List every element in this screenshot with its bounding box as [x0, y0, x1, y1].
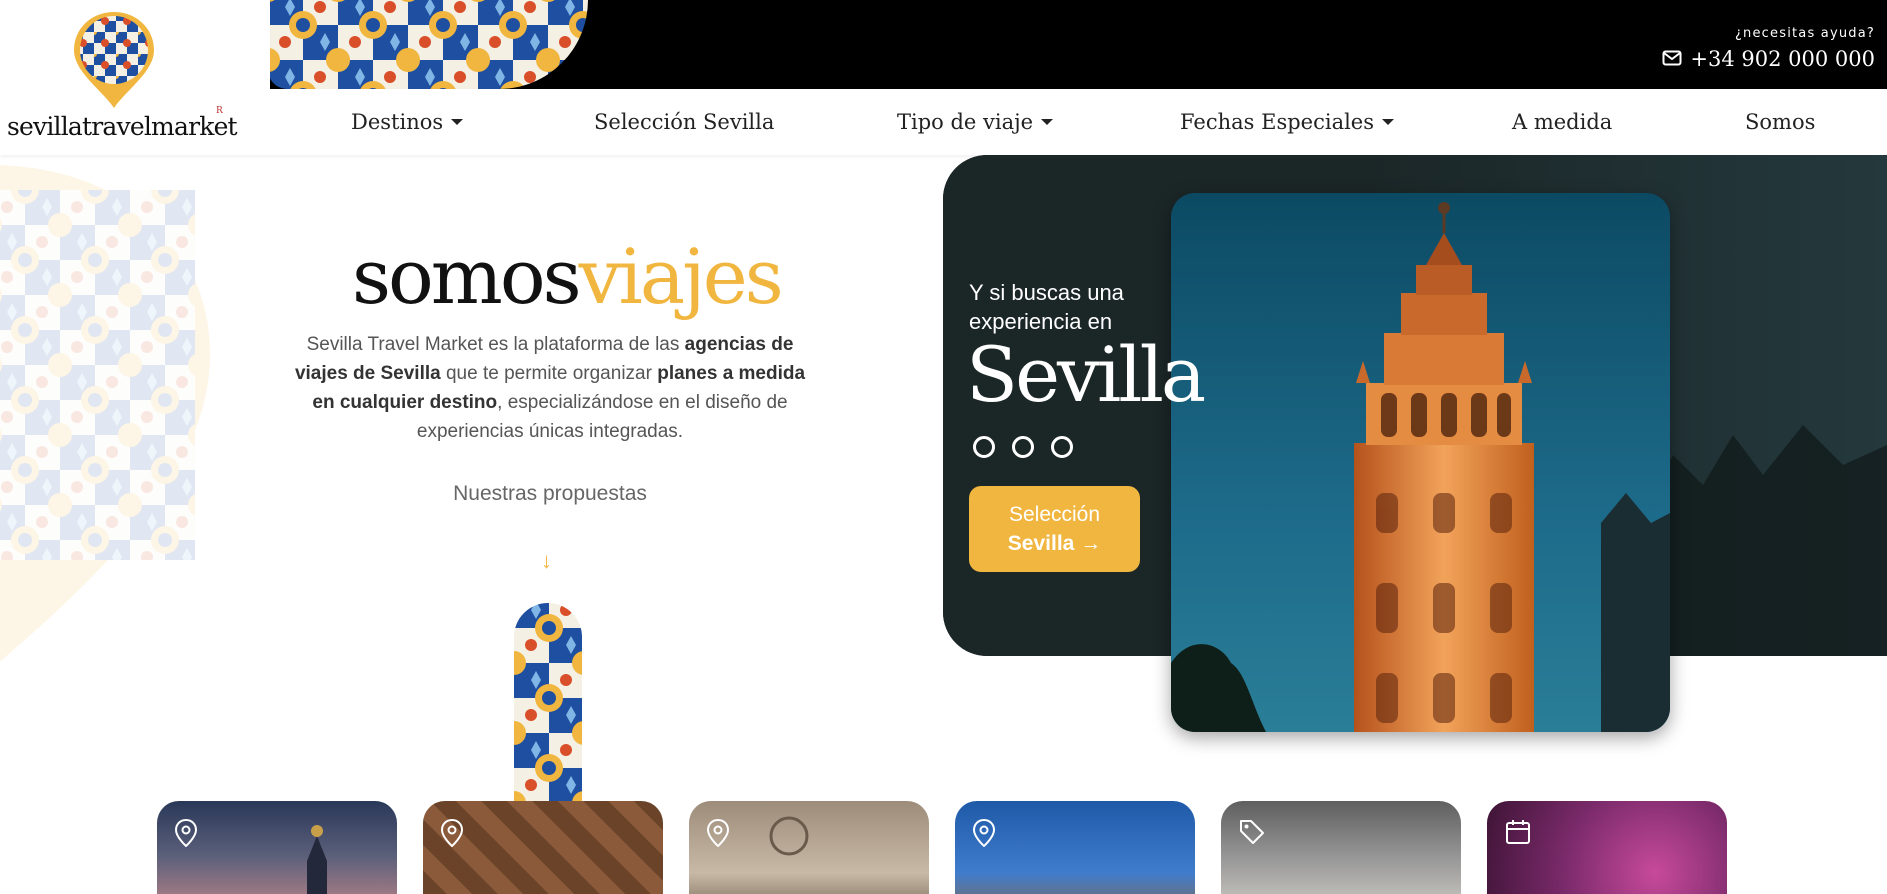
help-label: ¿necesitas ayuda?	[1734, 26, 1875, 41]
destination-card[interactable]	[157, 801, 397, 894]
azulejo-banner	[268, 0, 588, 89]
slider-dot[interactable]	[1012, 436, 1034, 458]
logo-wordmark[interactable]: sevillatravelmarket	[7, 112, 238, 141]
nav-label: Fechas Especiales	[1180, 110, 1375, 134]
location-pin-icon	[972, 818, 996, 852]
phone-link[interactable]: +34 902 000 000	[1662, 47, 1875, 71]
proposals-link[interactable]: Nuestras propuestas	[290, 482, 810, 506]
travel-type-card[interactable]	[1221, 801, 1461, 894]
registered-mark: R	[216, 106, 223, 116]
destination-card[interactable]	[955, 801, 1195, 894]
featured-city: Sevilla	[966, 330, 1206, 419]
giralda-photo	[1171, 193, 1670, 732]
location-pin-icon	[706, 818, 730, 852]
seleccion-sevilla-button[interactable]: Selección Sevilla →	[969, 486, 1140, 572]
caret-down-icon	[1041, 119, 1054, 125]
destination-cards	[157, 801, 1727, 894]
nav-label: A medida	[1512, 110, 1613, 134]
nav-label: Tipo de viaje	[897, 110, 1034, 134]
main-nav: Destinos Selección Sevilla Tipo de viaje…	[0, 89, 1887, 155]
nav-fechas-especiales[interactable]: Fechas Especiales	[1180, 110, 1395, 134]
nav-label: Somos	[1745, 110, 1816, 134]
arrow-down-icon[interactable]: ↓	[541, 548, 552, 574]
nav-seleccion-sevilla[interactable]: Selección Sevilla	[594, 110, 774, 134]
arrow-right-icon: →	[1080, 532, 1102, 555]
slider-dots	[973, 436, 1073, 458]
destination-card[interactable]	[423, 801, 663, 894]
hero-description: Sevilla Travel Market es la plataforma d…	[290, 330, 810, 446]
decorative-pin-icon	[0, 165, 220, 680]
desc-text-2: que te permite organizar	[440, 363, 658, 384]
help-contact: ¿necesitas ayuda? +34 902 000 000	[1662, 26, 1875, 71]
location-pin-icon	[174, 818, 198, 852]
envelope-icon	[1662, 47, 1682, 71]
logo-pin-icon[interactable]	[72, 10, 156, 115]
cta-line-1: Selección	[1008, 503, 1101, 526]
price-tag-icon	[1239, 819, 1265, 850]
calendar-icon	[1505, 819, 1531, 850]
nav-label: Destinos	[351, 110, 444, 134]
destination-card[interactable]	[689, 801, 929, 894]
caret-down-icon	[1382, 119, 1395, 125]
hero-title-accent: viajes	[578, 232, 784, 321]
special-dates-card[interactable]	[1487, 801, 1727, 894]
nav-a-medida[interactable]: A medida	[1512, 110, 1612, 134]
hero-title-main: somos	[352, 232, 582, 321]
nav-label: Selección Sevilla	[594, 110, 775, 134]
nav-destinos[interactable]: Destinos	[351, 110, 464, 134]
hero-title: somosviajes	[352, 232, 784, 321]
nav-somos[interactable]: Somos	[1745, 110, 1815, 134]
cta-line-2: Sevilla	[1007, 532, 1075, 555]
featured-subtitle: Y si buscas una experiencia en	[969, 280, 1124, 334]
desc-text-1: Sevilla Travel Market es la plataforma d…	[306, 334, 685, 355]
caret-down-icon	[451, 119, 464, 125]
nav-tipo-de-viaje[interactable]: Tipo de viaje	[897, 110, 1054, 134]
slider-dot[interactable]	[1051, 436, 1073, 458]
phone-number: +34 902 000 000	[1690, 47, 1875, 71]
slider-dot[interactable]	[973, 436, 995, 458]
location-pin-icon	[440, 818, 464, 852]
azulejo-pill	[514, 603, 582, 803]
